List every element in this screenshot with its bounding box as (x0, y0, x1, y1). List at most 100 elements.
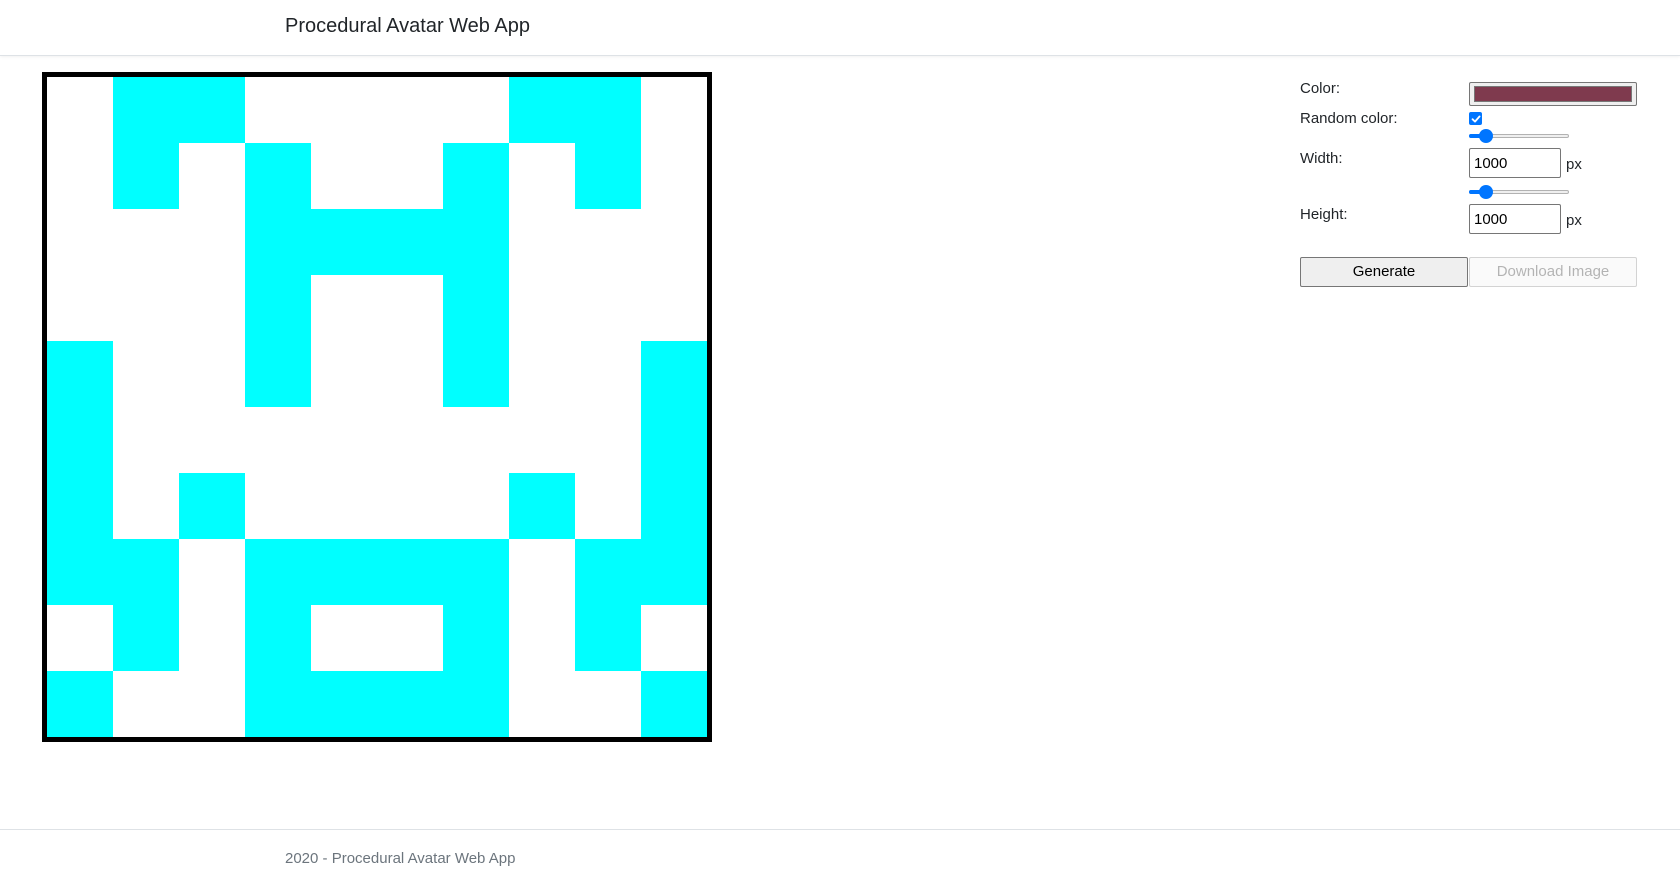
avatar-cell (575, 605, 641, 671)
avatar-cell (575, 275, 641, 341)
width-input[interactable] (1469, 148, 1561, 178)
avatar-cell (113, 275, 179, 341)
avatar-cell (377, 473, 443, 539)
avatar-cell (113, 77, 179, 143)
avatar-cell (179, 341, 245, 407)
avatar-cell (47, 275, 113, 341)
avatar-cell (641, 275, 707, 341)
width-unit: px (1566, 156, 1582, 173)
height-unit: px (1566, 212, 1582, 229)
avatar-cell (443, 275, 509, 341)
color-swatch (1474, 86, 1632, 102)
avatar-cell (641, 143, 707, 209)
avatar-cell (245, 671, 311, 737)
height-slider[interactable] (1469, 184, 1569, 200)
avatar-cell (509, 341, 575, 407)
avatar-cell (179, 209, 245, 275)
random-color-checkbox[interactable] (1469, 112, 1482, 125)
avatar-cell (641, 671, 707, 737)
avatar-cell (245, 407, 311, 473)
avatar-cell (443, 671, 509, 737)
avatar-cell (575, 671, 641, 737)
avatar-cell (245, 473, 311, 539)
controls-panel: Color: Random color: Width: px Height: p… (1300, 78, 1640, 298)
avatar-cell (443, 407, 509, 473)
avatar-cell (47, 539, 113, 605)
avatar-cell (113, 209, 179, 275)
height-label: Height: (1300, 206, 1348, 223)
avatar-cell (179, 275, 245, 341)
avatar-cell (377, 275, 443, 341)
avatar-cell (575, 473, 641, 539)
avatar-cell (575, 407, 641, 473)
avatar-cell (179, 143, 245, 209)
avatar-cell (113, 341, 179, 407)
avatar-cell (641, 341, 707, 407)
avatar-cell (179, 77, 245, 143)
avatar-cell (47, 341, 113, 407)
avatar-cell (575, 209, 641, 275)
avatar-cell (377, 671, 443, 737)
height-slider-thumb[interactable] (1479, 185, 1494, 199)
checkmark-icon (1471, 115, 1481, 123)
avatar-cell (377, 407, 443, 473)
avatar-cell (641, 539, 707, 605)
avatar-cell (47, 605, 113, 671)
avatar-cell (245, 605, 311, 671)
avatar-cell (377, 539, 443, 605)
avatar-cell (245, 77, 311, 143)
avatar-cell (509, 605, 575, 671)
avatar-cell (179, 473, 245, 539)
avatar-cell (311, 605, 377, 671)
avatar-grid (47, 77, 707, 737)
avatar-cell (311, 407, 377, 473)
avatar-cell (311, 341, 377, 407)
avatar-cell (377, 605, 443, 671)
avatar-cell (113, 539, 179, 605)
height-input[interactable] (1469, 204, 1561, 234)
avatar-cell (377, 77, 443, 143)
avatar-cell (179, 407, 245, 473)
avatar-cell (443, 209, 509, 275)
avatar-cell (245, 209, 311, 275)
avatar-cell (509, 143, 575, 209)
app-title-link[interactable]: Procedural Avatar Web App (285, 15, 530, 38)
avatar-cell (113, 473, 179, 539)
avatar-cell (641, 209, 707, 275)
avatar-cell (311, 209, 377, 275)
download-image-button[interactable]: Download Image (1469, 257, 1637, 287)
avatar-cell (47, 671, 113, 737)
avatar-cell (245, 539, 311, 605)
avatar-cell (245, 341, 311, 407)
avatar-cell (509, 473, 575, 539)
footer: 2020 - Procedural Avatar Web App (0, 829, 1680, 888)
generate-button[interactable]: Generate (1300, 257, 1468, 287)
footer-text: 2020 - Procedural Avatar Web App (285, 850, 516, 867)
avatar-cell (641, 473, 707, 539)
avatar-cell (509, 539, 575, 605)
avatar-cell (377, 209, 443, 275)
width-slider[interactable] (1469, 128, 1569, 144)
avatar-cell (245, 143, 311, 209)
avatar-cell (311, 143, 377, 209)
color-picker[interactable] (1469, 82, 1637, 106)
avatar-cell (641, 77, 707, 143)
avatar-cell (179, 671, 245, 737)
width-label: Width: (1300, 150, 1343, 167)
avatar-cell (113, 671, 179, 737)
avatar-cell (311, 539, 377, 605)
avatar-cell (245, 275, 311, 341)
avatar-cell (311, 473, 377, 539)
avatar-cell (575, 341, 641, 407)
avatar-canvas (42, 72, 712, 742)
avatar-cell (575, 143, 641, 209)
avatar-cell (311, 671, 377, 737)
avatar-cell (47, 143, 113, 209)
avatar-cell (509, 671, 575, 737)
avatar-cell (113, 605, 179, 671)
avatar-cell (377, 143, 443, 209)
avatar-cell (113, 407, 179, 473)
avatar-cell (575, 77, 641, 143)
width-slider-thumb[interactable] (1479, 129, 1494, 143)
avatar-cell (311, 275, 377, 341)
